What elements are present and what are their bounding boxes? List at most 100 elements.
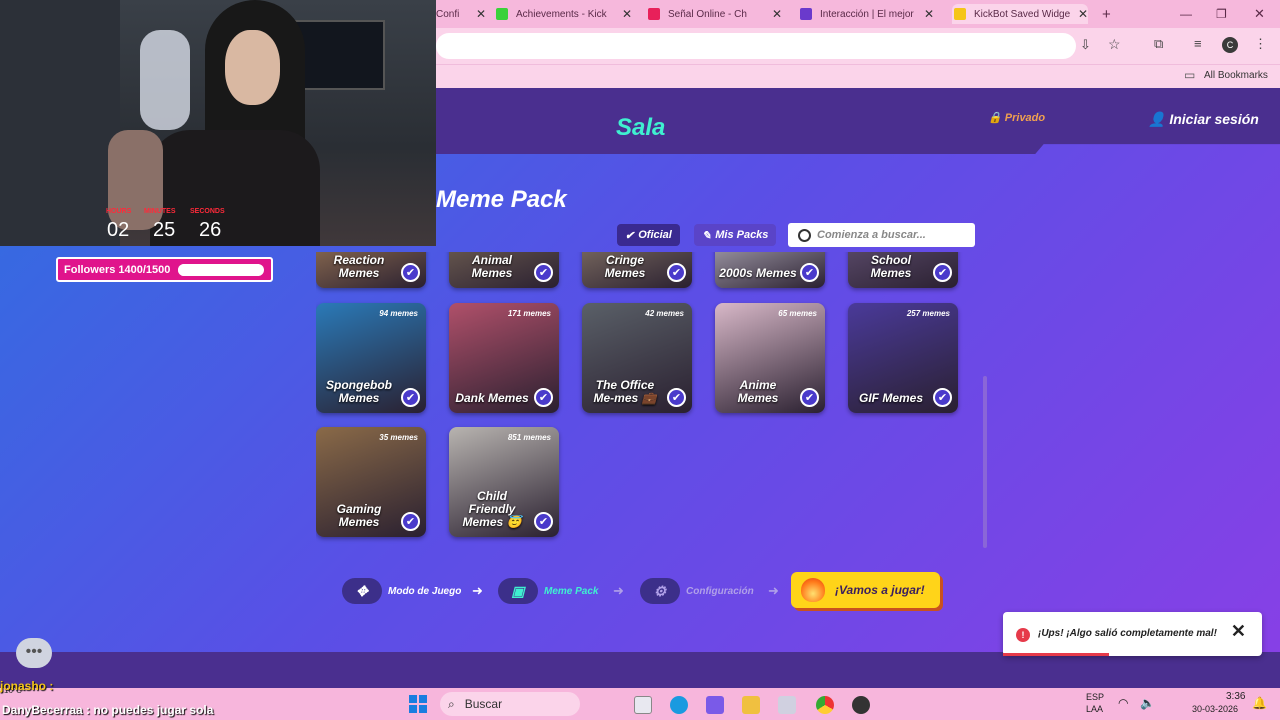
alert-icon: ! — [1016, 628, 1030, 642]
step-meme-pack[interactable]: ▣ Meme Pack — [498, 578, 598, 604]
all-bookmarks[interactable]: All Bookmarks — [1204, 70, 1268, 81]
page-footer-strip — [0, 652, 1280, 688]
chrome-icon[interactable] — [816, 696, 834, 714]
followers-label: Followers 1400/1500 — [64, 263, 171, 276]
edge-icon[interactable] — [670, 696, 688, 714]
chat-text: no puedes jugar sola — [93, 703, 214, 717]
verified-icon: ✔ — [800, 263, 819, 282]
store-icon[interactable] — [778, 696, 796, 714]
notification-icon[interactable]: 🔔 — [1252, 696, 1267, 710]
login-button[interactable]: 👤 Iniciar sesión — [1148, 111, 1259, 128]
meme-pack-grid: Reaction Memes ✔ Animal Memes ✔ Cringe Memes… — [316, 252, 976, 550]
search-input[interactable]: Comienza a buscar... — [788, 223, 975, 247]
followers-goal: Followers 1400/1500 — [56, 257, 273, 282]
tab-interaccion[interactable]: Interacción | El mejor ✕ — [800, 4, 934, 24]
meme-pack-card[interactable]: 65 memes Anime Memes ✔ — [715, 303, 825, 413]
meme-pack-card[interactable]: Cringe Memes ✔ — [582, 252, 692, 288]
star-icon[interactable]: ☆ — [1108, 36, 1121, 53]
arrow-icon: ➜ — [768, 583, 779, 598]
filter-official[interactable]: ✔ Oficial — [617, 224, 680, 246]
language-indicator[interactable]: ESP — [1086, 692, 1104, 702]
verified-icon: ✔ — [933, 263, 952, 282]
extensions-icon[interactable]: ⧉ — [1154, 36, 1163, 52]
taskbar-search[interactable]: ⌕ Buscar — [440, 692, 580, 716]
private-room-link[interactable]: 🔒 Privado — [988, 111, 1045, 124]
close-icon[interactable]: ✕ — [622, 7, 632, 21]
close-icon[interactable]: ✕ — [924, 7, 934, 21]
pack-name: Gaming Memes — [336, 502, 382, 529]
folder-icon: ▭ — [1184, 68, 1196, 82]
page-title: Meme Pack — [436, 186, 567, 213]
filter-label: Mis Packs — [715, 229, 769, 241]
meme-pack-card[interactable]: School Memes ✔ — [848, 252, 958, 288]
timer-seconds: 26 — [199, 219, 222, 241]
play-button[interactable]: ¡Vamos a jugar! — [791, 572, 940, 608]
search-icon: ⌕ — [448, 696, 455, 711]
tab-label: Confi — [436, 8, 460, 20]
stream-timer: HOURS MINUTES SECONDS 02 25 26 — [100, 208, 230, 244]
kickbot-icon — [954, 8, 966, 20]
bookmarks-bar: ▭ All Bookmarks — [436, 64, 1280, 88]
file-explorer-icon[interactable] — [742, 696, 760, 714]
verified-icon: ✔ — [534, 388, 553, 407]
address-bar-row: ⇩ ☆ ⧉ ≡ C ⋮ — [436, 28, 1280, 64]
close-icon[interactable]: ✕ — [1078, 7, 1088, 21]
close-icon[interactable]: ✕ — [772, 7, 782, 21]
meme-pack-card[interactable]: Animal Memes ✔ — [449, 252, 559, 288]
step-config[interactable]: ⚙ Configuración — [640, 578, 754, 604]
tab-achievements[interactable]: Achievements - Kick ✕ — [496, 4, 632, 24]
meme-pack-card[interactable]: 851 memes Child Friendly Memes 😇 ✔ — [449, 427, 559, 537]
tab-label: KickBot Saved Widge — [974, 8, 1071, 20]
senal-icon — [648, 8, 660, 20]
meme-count: 171 memes — [507, 309, 551, 318]
meme-pack-card[interactable]: 2000s Memes ✔ — [715, 252, 825, 288]
close-icon[interactable]: ✕ — [476, 7, 486, 21]
window-close-icon[interactable]: ✕ — [1254, 4, 1265, 24]
install-icon[interactable]: ⇩ — [1080, 37, 1091, 53]
followers-fill — [178, 263, 259, 276]
clock-time[interactable]: 3:36 — [1226, 691, 1245, 702]
omnibox[interactable] — [436, 33, 1076, 59]
meme-pack-card[interactable]: 94 memes Spongebob Memes ✔ — [316, 303, 426, 413]
media-icon[interactable]: ≡ — [1194, 36, 1202, 51]
wifi-icon[interactable]: ◠ — [1118, 696, 1128, 710]
timer-hours: 02 — [107, 219, 130, 241]
chat-bubble-icon[interactable]: ••• — [16, 638, 52, 668]
tab-kickbot[interactable]: KickBot Saved Widge ✕ — [952, 4, 1088, 24]
filter-my-packs[interactable]: ✎ Mis Packs — [694, 224, 777, 246]
meme-pack-card[interactable]: Reaction Memes ✔ — [316, 252, 426, 288]
meme-pack-card[interactable]: 171 memes Dank Memes ✔ — [449, 303, 559, 413]
meme-pack-card[interactable]: 35 memes Gaming Memes ✔ — [316, 427, 426, 537]
verified-icon: ✔ — [800, 388, 819, 407]
kick-icon — [496, 8, 508, 20]
close-icon[interactable]: ✕ — [1231, 621, 1246, 642]
clock-date[interactable]: 30-03-2026 — [1192, 704, 1238, 714]
tab-confi[interactable]: Confi ✕ — [436, 4, 486, 24]
windows-start-icon[interactable] — [409, 695, 427, 713]
meme-pack-card[interactable]: 42 memes The Office Me-mes 💼 ✔ — [582, 303, 692, 413]
pack-name: Dank Memes — [455, 391, 529, 405]
restore-icon[interactable]: ❐ — [1216, 4, 1227, 24]
brand-logo[interactable]: Sala — [616, 114, 665, 142]
pencil-icon: ✎ — [702, 229, 712, 242]
profile-avatar[interactable]: C — [1222, 37, 1238, 53]
task-view-icon[interactable] — [634, 696, 652, 714]
grid-scrollbar[interactable] — [983, 376, 987, 548]
search-icon — [798, 228, 811, 242]
copilot-icon[interactable] — [706, 696, 724, 714]
obs-icon[interactable] — [852, 696, 870, 714]
tab-senal-online[interactable]: Señal Online - Ch ✕ — [648, 4, 782, 24]
volume-icon[interactable]: 🔈 — [1140, 696, 1155, 710]
arrow-icon: ➜ — [613, 583, 624, 598]
pack-name: The Office Me-mes 💼 — [593, 378, 657, 405]
private-label: Privado — [1004, 112, 1046, 124]
meme-pack-card[interactable]: 257 memes GIF Memes ✔ — [848, 303, 958, 413]
verified-icon: ✔ — [667, 263, 686, 282]
meme-count: 851 memes — [507, 433, 551, 442]
menu-icon[interactable]: ⋮ — [1254, 36, 1267, 52]
new-tab-button[interactable]: + — [1102, 4, 1111, 24]
step-game-mode[interactable]: ✥ Modo de Juego — [342, 578, 461, 604]
pack-name: Reaction Memes — [333, 253, 385, 280]
meme-count: 257 memes — [906, 309, 950, 318]
minimize-icon[interactable]: — — [1180, 4, 1192, 24]
